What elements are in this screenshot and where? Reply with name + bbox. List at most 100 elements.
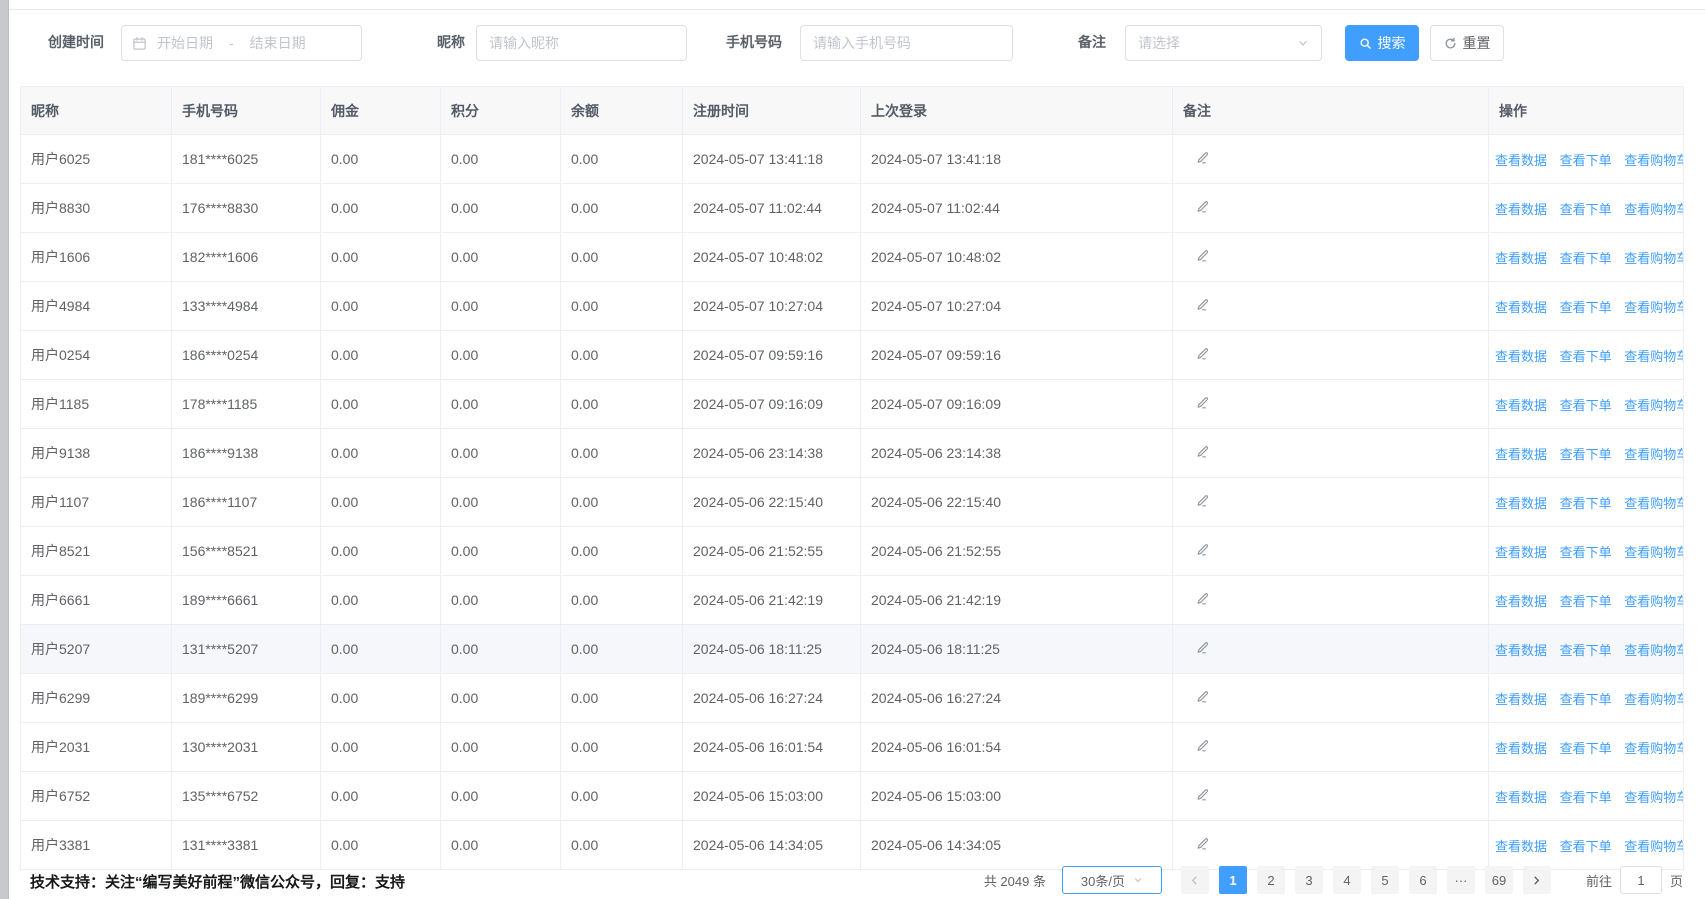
search-icon (1359, 37, 1372, 50)
table-body: 用户6025 181****6025 0.00 0.00 0.00 2024-0… (21, 135, 1684, 870)
page-button-6[interactable]: 6 (1409, 866, 1437, 894)
edit-remark-icon[interactable] (1195, 591, 1210, 606)
search-button[interactable]: 搜索 (1345, 25, 1419, 61)
page-size-select[interactable]: 30条/页 (1062, 866, 1162, 894)
edit-remark-icon[interactable] (1195, 836, 1210, 851)
reset-button[interactable]: 重置 (1430, 25, 1504, 61)
view-cart-link[interactable]: 查看购物车 (1624, 692, 1683, 707)
cell-points: 0.00 (441, 821, 561, 870)
view-cart-link[interactable]: 查看购物车 (1624, 251, 1683, 266)
cell-actions: 查看数据 查看下单 查看购物车 (1489, 184, 1684, 233)
page-button-2[interactable]: 2 (1257, 866, 1285, 894)
view-orders-link[interactable]: 查看下单 (1560, 251, 1612, 266)
view-data-link[interactable]: 查看数据 (1495, 545, 1547, 560)
edit-remark-icon[interactable] (1195, 297, 1210, 312)
view-orders-link[interactable]: 查看下单 (1560, 692, 1612, 707)
edit-remark-icon[interactable] (1195, 493, 1210, 508)
table-row: 用户8521 156****8521 0.00 0.00 0.00 2024-0… (21, 527, 1684, 576)
view-orders-link[interactable]: 查看下单 (1560, 398, 1612, 413)
view-orders-link[interactable]: 查看下单 (1560, 594, 1612, 609)
view-cart-link[interactable]: 查看购物车 (1624, 349, 1683, 364)
view-orders-link[interactable]: 查看下单 (1560, 496, 1612, 511)
view-cart-link[interactable]: 查看购物车 (1624, 594, 1683, 609)
view-cart-link[interactable]: 查看购物车 (1624, 545, 1683, 560)
nickname-input[interactable] (476, 25, 687, 61)
cell-register-time: 2024-05-06 14:34:05 (683, 821, 861, 870)
cell-points: 0.00 (441, 674, 561, 723)
edit-remark-icon[interactable] (1195, 199, 1210, 214)
page-button-5[interactable]: 5 (1371, 866, 1399, 894)
edit-remark-icon[interactable] (1195, 248, 1210, 263)
view-orders-link[interactable]: 查看下单 (1560, 643, 1612, 658)
prev-page-button[interactable] (1181, 866, 1209, 894)
view-data-link[interactable]: 查看数据 (1495, 349, 1547, 364)
view-cart-link[interactable]: 查看购物车 (1624, 643, 1683, 658)
view-orders-link[interactable]: 查看下单 (1560, 300, 1612, 315)
view-cart-link[interactable]: 查看购物车 (1624, 790, 1683, 805)
edit-remark-icon[interactable] (1195, 640, 1210, 655)
cell-register-time: 2024-05-06 15:03:00 (683, 772, 861, 821)
col-header-last-login: 上次登录 (861, 87, 1173, 135)
next-page-button[interactable] (1523, 866, 1551, 894)
page-size-value: 30条/页 (1081, 871, 1125, 890)
view-cart-link[interactable]: 查看购物车 (1624, 153, 1683, 168)
view-data-link[interactable]: 查看数据 (1495, 741, 1547, 756)
view-data-link[interactable]: 查看数据 (1495, 447, 1547, 462)
view-data-link[interactable]: 查看数据 (1495, 251, 1547, 266)
view-cart-link[interactable]: 查看购物车 (1624, 300, 1683, 315)
cell-last-login: 2024-05-07 09:16:09 (861, 380, 1173, 429)
cell-register-time: 2024-05-06 22:15:40 (683, 478, 861, 527)
view-orders-link[interactable]: 查看下单 (1560, 741, 1612, 756)
edit-remark-icon[interactable] (1195, 346, 1210, 361)
edit-remark-icon[interactable] (1195, 542, 1210, 557)
cell-actions: 查看数据 查看下单 查看购物车 (1489, 625, 1684, 674)
view-orders-link[interactable]: 查看下单 (1560, 447, 1612, 462)
view-orders-link[interactable]: 查看下单 (1560, 790, 1612, 805)
edit-remark-icon[interactable] (1195, 150, 1210, 165)
view-data-link[interactable]: 查看数据 (1495, 594, 1547, 609)
cell-last-login: 2024-05-06 18:11:25 (861, 625, 1173, 674)
create-time-label: 创建时间 (48, 32, 104, 52)
view-data-link[interactable]: 查看数据 (1495, 202, 1547, 217)
view-data-link[interactable]: 查看数据 (1495, 496, 1547, 511)
view-cart-link[interactable]: 查看购物车 (1624, 496, 1683, 511)
edit-remark-icon[interactable] (1195, 689, 1210, 704)
page-button-69[interactable]: 69 (1485, 866, 1513, 894)
view-data-link[interactable]: 查看数据 (1495, 398, 1547, 413)
view-cart-link[interactable]: 查看购物车 (1624, 741, 1683, 756)
edit-remark-icon[interactable] (1195, 738, 1210, 753)
table-row: 用户2031 130****2031 0.00 0.00 0.00 2024-0… (21, 723, 1684, 772)
view-orders-link[interactable]: 查看下单 (1560, 349, 1612, 364)
cell-nickname: 用户0254 (21, 331, 172, 380)
cell-actions: 查看数据 查看下单 查看购物车 (1489, 821, 1684, 870)
view-data-link[interactable]: 查看数据 (1495, 643, 1547, 658)
view-orders-link[interactable]: 查看下单 (1560, 153, 1612, 168)
jump-page-input[interactable] (1620, 866, 1662, 894)
cell-phone: 189****6661 (172, 576, 321, 625)
edit-remark-icon[interactable] (1195, 444, 1210, 459)
view-cart-link[interactable]: 查看购物车 (1624, 839, 1683, 854)
phone-input[interactable] (800, 25, 1013, 61)
view-data-link[interactable]: 查看数据 (1495, 153, 1547, 168)
edit-remark-icon[interactable] (1195, 395, 1210, 410)
cell-phone: 131****5207 (172, 625, 321, 674)
cell-points: 0.00 (441, 772, 561, 821)
cell-balance: 0.00 (561, 576, 683, 625)
page-button-3[interactable]: 3 (1295, 866, 1323, 894)
page-ellipsis-button[interactable]: ··· (1447, 866, 1475, 894)
view-cart-link[interactable]: 查看购物车 (1624, 447, 1683, 462)
view-orders-link[interactable]: 查看下单 (1560, 545, 1612, 560)
view-data-link[interactable]: 查看数据 (1495, 692, 1547, 707)
page-button-1[interactable]: 1 (1219, 866, 1247, 894)
view-orders-link[interactable]: 查看下单 (1560, 202, 1612, 217)
remark-select[interactable]: 请选择 (1125, 25, 1322, 61)
page-button-4[interactable]: 4 (1333, 866, 1361, 894)
edit-remark-icon[interactable] (1195, 787, 1210, 802)
view-data-link[interactable]: 查看数据 (1495, 839, 1547, 854)
view-data-link[interactable]: 查看数据 (1495, 300, 1547, 315)
view-cart-link[interactable]: 查看购物车 (1624, 398, 1683, 413)
date-range-input[interactable]: 开始日期 - 结束日期 (121, 25, 362, 61)
view-orders-link[interactable]: 查看下单 (1560, 839, 1612, 854)
view-cart-link[interactable]: 查看购物车 (1624, 202, 1683, 217)
view-data-link[interactable]: 查看数据 (1495, 790, 1547, 805)
